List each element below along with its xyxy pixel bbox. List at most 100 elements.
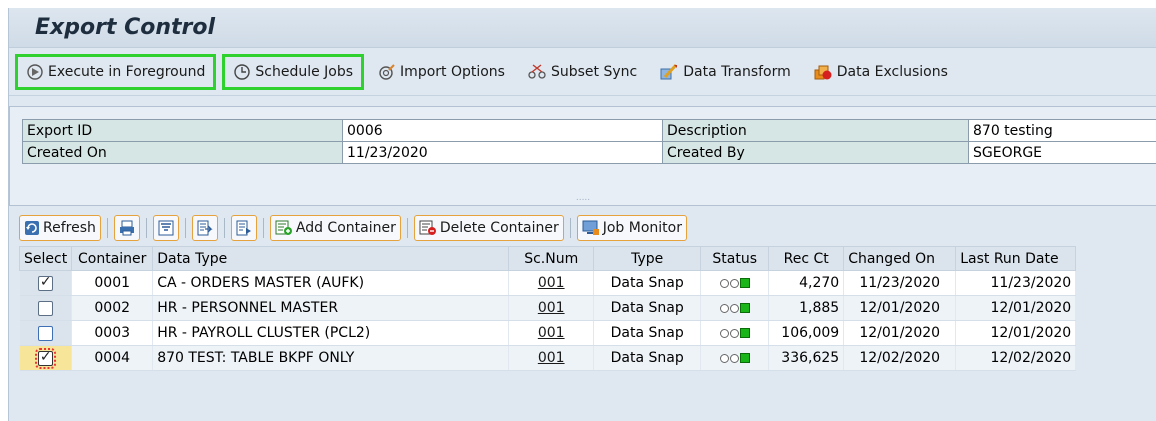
select-cell[interactable] xyxy=(19,320,73,346)
refresh-icon xyxy=(25,221,39,235)
rec-ct-cell: 4,270 xyxy=(768,270,845,296)
toolbar-separator xyxy=(262,218,264,238)
delete-container-button[interactable]: Delete Container xyxy=(413,215,564,241)
panel-splitter[interactable]: ..... xyxy=(10,194,1156,205)
subset-sync-button[interactable]: Subset Sync xyxy=(519,54,645,90)
filter-button[interactable] xyxy=(152,215,179,241)
print-button[interactable] xyxy=(113,215,140,241)
changed-on-cell: 12/02/2020 xyxy=(843,345,957,371)
monitor-icon xyxy=(582,220,599,235)
column-header-status[interactable]: Status xyxy=(700,246,770,271)
delete-container-icon xyxy=(419,220,436,235)
row-checkbox[interactable] xyxy=(37,300,53,316)
status-light-icon xyxy=(719,328,750,338)
sc-num-link[interactable]: 001 xyxy=(508,345,595,371)
status-light-icon xyxy=(719,353,750,363)
toolbar-separator xyxy=(184,218,186,238)
description-label: Description xyxy=(662,119,969,142)
transform-icon xyxy=(660,63,678,79)
last-run-date-cell: 12/01/2020 xyxy=(955,320,1077,346)
type-cell: Data Snap xyxy=(593,295,702,321)
created-on-label: Created On xyxy=(22,141,343,164)
rec-ct-cell: 106,009 xyxy=(768,320,845,346)
add-container-icon xyxy=(275,220,292,235)
alv-toolbar: Refresh Add Container Delete Container J… xyxy=(9,210,1156,246)
refresh-button[interactable]: Refresh xyxy=(19,215,101,241)
rec-ct-cell: 336,625 xyxy=(768,345,845,371)
column-header-container[interactable]: Container xyxy=(71,246,154,271)
table-row[interactable]: ✓ 0001 CA - ORDERS MASTER (AUFK) 001 Dat… xyxy=(19,270,1077,296)
status-cell xyxy=(700,270,770,296)
changed-on-cell: 12/01/2020 xyxy=(843,320,957,346)
page-title: Export Control xyxy=(35,15,216,40)
application-toolbar: Execute in Foreground Schedule Jobs Impo… xyxy=(9,48,1156,96)
select-cell[interactable]: ✓ xyxy=(19,345,73,371)
container-cell: 0001 xyxy=(71,270,154,296)
container-grid: Select Container Data Type Sc.Num Type S… xyxy=(18,246,1077,371)
column-header-select[interactable]: Select xyxy=(18,246,73,271)
row-checkbox[interactable] xyxy=(37,325,53,341)
export-header-panel: Export ID 0006 Description 870 testing C… xyxy=(9,106,1156,206)
import-icon xyxy=(379,63,395,80)
container-cell: 0003 xyxy=(71,320,154,346)
changed-on-cell: 12/01/2020 xyxy=(843,295,957,321)
type-cell: Data Snap xyxy=(593,270,702,296)
data-type-cell: HR - PAYROLL CLUSTER (PCL2) xyxy=(152,320,510,346)
schedule-jobs-button[interactable]: Schedule Jobs xyxy=(222,53,365,90)
sc-num-link[interactable]: 001 xyxy=(508,270,595,296)
column-header-data-type[interactable]: Data Type xyxy=(152,246,510,271)
last-run-date-cell: 11/23/2020 xyxy=(955,270,1077,296)
status-cell xyxy=(700,295,770,321)
row-checkbox[interactable]: ✓ xyxy=(34,347,56,369)
export-id-label: Export ID xyxy=(22,119,343,142)
last-run-date-cell: 12/01/2020 xyxy=(955,295,1077,321)
select-cell[interactable]: ✓ xyxy=(19,270,73,296)
column-header-type[interactable]: Type xyxy=(593,246,702,271)
sync-icon xyxy=(528,63,546,79)
data-type-cell: 870 TEST: TABLE BKPF ONLY xyxy=(152,345,510,371)
column-header-rec-ct[interactable]: Rec Ct xyxy=(768,246,845,271)
sc-num-link[interactable]: 001 xyxy=(508,320,595,346)
status-light-icon xyxy=(719,278,750,288)
created-by-value: SGEORGE xyxy=(968,141,1156,164)
layout-icon xyxy=(236,220,251,236)
type-cell: Data Snap xyxy=(593,345,702,371)
export-button[interactable] xyxy=(191,215,218,241)
column-header-changed-on[interactable]: Changed On xyxy=(843,246,957,271)
execute-in-foreground-button[interactable]: Execute in Foreground xyxy=(15,53,217,90)
column-header-last-run-date[interactable]: Last Run Date xyxy=(955,246,1077,271)
printer-icon xyxy=(119,220,134,236)
import-options-button[interactable]: Import Options xyxy=(370,54,513,90)
data-exclusions-button[interactable]: Data Exclusions xyxy=(805,54,956,90)
export-control-screen: Export Control Execute in Foreground Sch… xyxy=(8,8,1156,421)
status-cell xyxy=(700,345,770,371)
exclusion-icon xyxy=(814,65,832,79)
container-cell: 0002 xyxy=(71,295,154,321)
add-container-button[interactable]: Add Container xyxy=(269,215,401,241)
sc-num-link[interactable]: 001 xyxy=(508,295,595,321)
table-row[interactable]: 0002 HR - PERSONNEL MASTER 001 Data Snap… xyxy=(19,295,1077,321)
layout-button[interactable] xyxy=(230,215,257,241)
data-type-cell: HR - PERSONNEL MASTER xyxy=(152,295,510,321)
data-transform-button[interactable]: Data Transform xyxy=(651,54,799,90)
select-cell[interactable] xyxy=(19,295,73,321)
export-info-table: Export ID 0006 Description 870 testing C… xyxy=(22,119,1156,164)
table-row[interactable]: 0003 HR - PAYROLL CLUSTER (PCL2) 001 Dat… xyxy=(19,320,1077,346)
created-on-value: 11/23/2020 xyxy=(342,141,663,164)
row-checkbox[interactable]: ✓ xyxy=(37,274,53,291)
column-header-sc-num[interactable]: Sc.Num xyxy=(508,246,595,271)
changed-on-cell: 11/23/2020 xyxy=(843,270,957,296)
filter-icon xyxy=(158,220,174,236)
data-type-cell: CA - ORDERS MASTER (AUFK) xyxy=(152,270,510,296)
toolbar-separator xyxy=(145,218,147,238)
clock-icon xyxy=(234,63,251,80)
rec-ct-cell: 1,885 xyxy=(768,295,845,321)
grid-header-row: Select Container Data Type Sc.Num Type S… xyxy=(18,246,1077,271)
table-row[interactable]: ✓ 0004 870 TEST: TABLE BKPF ONLY 001 Dat… xyxy=(19,345,1077,371)
job-monitor-button[interactable]: Job Monitor xyxy=(576,215,687,241)
toolbar-separator xyxy=(223,218,225,238)
created-by-label: Created By xyxy=(662,141,969,164)
export-id-value: 0006 xyxy=(342,119,663,142)
execute-icon xyxy=(27,63,43,80)
toolbar-separator xyxy=(406,218,408,238)
